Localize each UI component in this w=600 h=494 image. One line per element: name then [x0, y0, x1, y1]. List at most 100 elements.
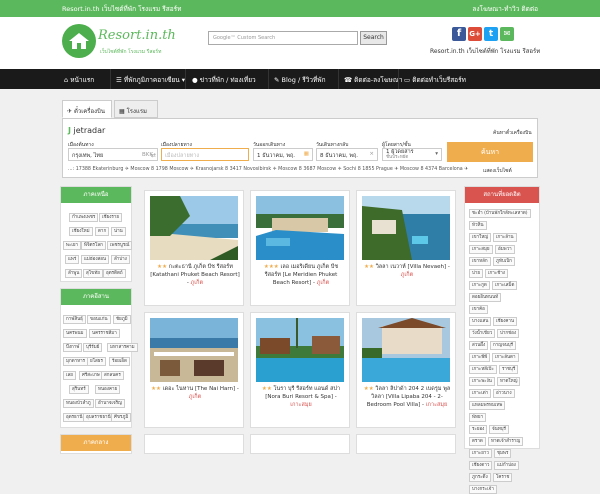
place-tag[interactable]: หัวหิน: [469, 221, 487, 230]
place-tag[interactable]: ดอยอินทนนท์: [469, 293, 502, 302]
place-tag[interactable]: ชะอำ (บ้านพักใกล้ทะเลหาด): [469, 209, 531, 218]
place-tag[interactable]: เชียงดาว: [469, 461, 493, 470]
nav-item-webdesign[interactable]: ▭ ติดต่อทำเว็บรีสอร์ท: [404, 75, 466, 85]
province-tag[interactable]: อุบลราชธานี: [83, 413, 114, 422]
place-tag[interactable]: อ่าวนาง: [493, 389, 515, 398]
province-tag[interactable]: แม่ฮ่องสอน: [81, 255, 110, 264]
resort-card[interactable]: ★★ วิลลา ลิปาด้า 204 2 เบดรูม พูล วิลลา …: [356, 312, 456, 428]
province-tag[interactable]: เลย: [63, 371, 76, 380]
email-icon[interactable]: ✉: [500, 27, 514, 41]
place-tag[interactable]: เชียงคาน: [493, 317, 518, 326]
nav-item-news[interactable]: ● ข่าวที่พัก / ท่องเที่ยว: [192, 75, 256, 85]
province-tag[interactable]: ลำปาง: [111, 255, 130, 264]
search-button[interactable]: Search: [360, 31, 387, 45]
place-tag[interactable]: เขาใหญ่: [469, 233, 492, 242]
province-tag[interactable]: ตาก: [95, 227, 110, 236]
place-tag[interactable]: เกาะหลีเป๊ะ: [469, 365, 497, 374]
google-plus-icon[interactable]: G+: [468, 27, 482, 41]
place-tag[interactable]: เขาค้อ: [469, 305, 488, 314]
return-date-field[interactable]: 8 ธันวาคม, พฤ. ×: [316, 148, 378, 161]
province-tag[interactable]: บุรีรัมย์: [83, 343, 103, 352]
place-tag[interactable]: เกาะพีพี: [469, 353, 491, 362]
place-tag[interactable]: เขาหลัก: [469, 257, 491, 266]
province-tag[interactable]: กาฬสินธุ์: [63, 315, 86, 324]
swap-icon[interactable]: ⇄: [151, 152, 156, 159]
province-tag[interactable]: อุตรดิตถ์: [103, 269, 126, 278]
place-tag[interactable]: ภูกระดึง: [469, 473, 491, 482]
passenger-select[interactable]: 1 ผู้โดยสาร ชั้นประหยัด ▾: [382, 148, 442, 161]
province-tag[interactable]: มุกดาหาร: [63, 357, 89, 366]
nav-item-home[interactable]: ⌂ หน้าแรก: [64, 75, 94, 85]
province-tag[interactable]: เชียงใหม่: [69, 227, 93, 236]
province-tag[interactable]: มหาสารคาม: [107, 343, 138, 352]
province-tag[interactable]: ศรีสะเกษ: [79, 371, 103, 380]
place-tag[interactable]: พัทยา: [469, 413, 487, 422]
nav-item-asean[interactable]: ☰ ที่พักภูมิภาคอาเซียน ▾: [116, 75, 185, 85]
search-input[interactable]: Google™ Custom Search: [208, 31, 358, 45]
tab-flights[interactable]: ✈ ตั๋วเครื่องบิน: [62, 100, 112, 118]
province-tag[interactable]: นครราชสีมา: [89, 329, 120, 338]
province-tag[interactable]: หนองคาย: [95, 385, 121, 394]
place-tag[interactable]: ปากช่อง: [497, 329, 520, 338]
province-tag[interactable]: กำแพงเพชร: [69, 213, 99, 222]
province-tag[interactable]: บึงกาฬ: [63, 343, 83, 352]
place-tag[interactable]: หาดใหญ่: [497, 377, 521, 386]
place-tag[interactable]: วังน้ำเขียว: [469, 329, 496, 338]
resort-card[interactable]: ★★ กะตะธานี ภูเก็ต บีช รีสอร์ท [Katathan…: [144, 190, 244, 306]
place-tag[interactable]: แม่กำปอง: [494, 461, 519, 470]
place-tag[interactable]: อัมพวา: [495, 245, 515, 254]
place-tag[interactable]: ตราด: [469, 437, 486, 446]
resort-card[interactable]: ★★ วิลลา เนวาห์ [Villa Nevaeh] - ภูเก็ต: [356, 190, 456, 306]
place-tag[interactable]: สวนผึ้ง: [469, 341, 489, 350]
place-tag[interactable]: ชุมพร: [494, 449, 512, 458]
tab-hotels[interactable]: ▦ โรงแรม: [114, 100, 158, 118]
province-tag[interactable]: ยโสธร: [87, 357, 106, 366]
nav-item-advertise[interactable]: ☎ ติดต่อ-ลงโฆษณา: [344, 75, 403, 85]
place-tag[interactable]: เกาะพะงัน: [469, 377, 495, 386]
resort-card[interactable]: ★★ โนรา บุรี รีสอร์ท แอนด์ สปา [Nora Bur…: [250, 312, 350, 428]
province-tag[interactable]: สุรินทร์: [69, 385, 89, 394]
province-tag[interactable]: หนองบัวลำภู: [63, 399, 94, 408]
resort-card[interactable]: [250, 434, 350, 454]
province-tag[interactable]: เชียงราย: [99, 213, 123, 222]
place-tag[interactable]: เกาะเต่า: [469, 389, 492, 398]
province-tag[interactable]: นครพนม: [63, 329, 87, 338]
place-tag[interactable]: เกาะยาว: [469, 449, 492, 458]
province-tag[interactable]: พิจิตรโลก: [81, 241, 106, 250]
province-tag[interactable]: สุโขทัย: [83, 269, 103, 278]
place-tag[interactable]: แหลมพรหมเทพ: [469, 401, 506, 410]
depart-date-field[interactable]: 1 ธันวาคม, พฤ. ▦: [253, 148, 313, 161]
place-tag[interactable]: จันทบุรี: [489, 425, 509, 434]
place-tag[interactable]: เกาะเสม็ด: [492, 281, 518, 290]
search-flights-link[interactable]: ค้นหาตั๋วเครื่องบิน: [493, 129, 532, 137]
resort-card[interactable]: ★★ เดอะ ไนหาน [The Nai Harn] - ภูเก็ต: [144, 312, 244, 428]
top-bar-contact-link[interactable]: ลงโฆษณา-ทำวิว ติดต่อ: [472, 4, 538, 14]
place-tag[interactable]: ภูทับเบิก: [493, 257, 515, 266]
place-tag[interactable]: บางกระเจ้า: [469, 485, 497, 494]
twitter-icon[interactable]: t: [484, 27, 498, 41]
flight-search-button[interactable]: ค้นหา: [447, 142, 533, 162]
place-tag[interactable]: โคราช: [493, 473, 513, 482]
province-tag[interactable]: ร้อยเอ็ด: [109, 357, 130, 366]
resort-card[interactable]: [356, 434, 456, 454]
province-tag[interactable]: น่าน: [111, 227, 126, 236]
province-tag[interactable]: ศีขรภูมิ: [111, 413, 132, 422]
facebook-icon[interactable]: f: [452, 27, 466, 41]
province-tag[interactable]: แพร่: [65, 255, 80, 264]
place-tag[interactable]: เกาะล้าน: [493, 233, 517, 242]
close-icon[interactable]: ×: [369, 151, 374, 157]
place-tag[interactable]: หาดเจ้าสำราญ: [488, 437, 524, 446]
province-tag[interactable]: ลำพูน: [65, 269, 83, 278]
nav-item-blog[interactable]: ✎ Blog / รีวิวที่พัก: [274, 75, 326, 85]
place-tag[interactable]: กาญจนบุรี: [490, 341, 517, 350]
from-field[interactable]: กรุงเทพ, ไทย BKK: [68, 148, 158, 161]
province-tag[interactable]: ชัยภูมิ: [113, 315, 131, 324]
to-field[interactable]: เมืองปลายทาง: [161, 148, 249, 161]
place-tag[interactable]: เกาะกูด: [469, 281, 490, 290]
site-logo[interactable]: Resort.in.th เว็บไซต์ที่พัก โรงแรม รีสอร…: [62, 24, 176, 64]
resort-card[interactable]: ★★★ เลอ เมอริเดียน ภูเก็ต บีช รีสอร์ท [L…: [250, 190, 350, 306]
province-tag[interactable]: อำนาจเจริญ: [95, 399, 125, 408]
show-sites-link[interactable]: แสดงเว็บไซต์: [483, 167, 512, 175]
place-tag[interactable]: ระยอง: [469, 425, 488, 434]
popular-routes[interactable]: ...: 17388 Ekaterinburg ✈ Moscow 8 1798 …: [68, 167, 468, 172]
